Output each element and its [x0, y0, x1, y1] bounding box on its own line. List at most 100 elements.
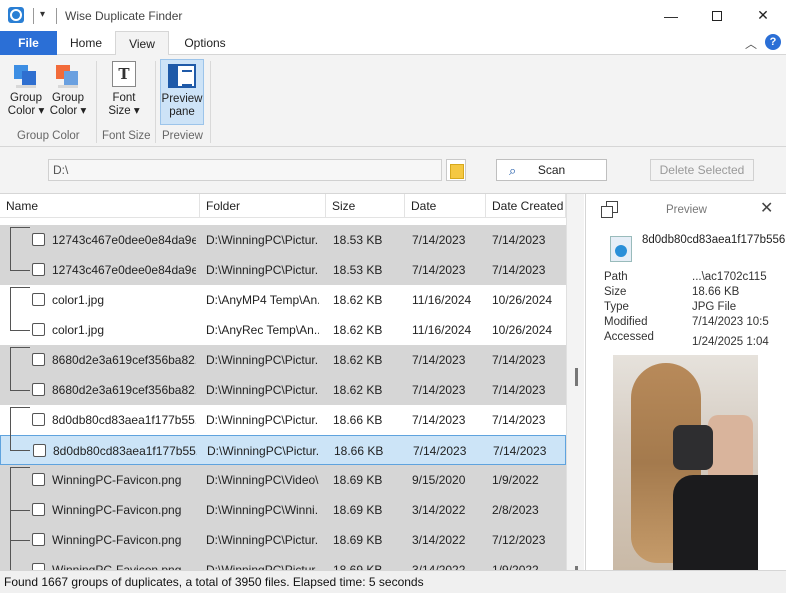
collapse-ribbon-icon[interactable]: ︿	[745, 35, 757, 52]
file-name-cell: WinningPC-Favicon.png	[52, 503, 182, 517]
preview-close-icon[interactable]: ✕	[760, 198, 773, 218]
row-checkbox[interactable]	[32, 503, 45, 516]
size-cell: 18.69 KB	[333, 473, 383, 487]
column-header-size[interactable]: Size	[326, 194, 405, 218]
button-label-line1: Preview	[161, 93, 203, 105]
row-checkbox[interactable]	[32, 563, 45, 570]
preview-filename: 8d0db80cd83aea1f177b556	[642, 234, 786, 246]
tab-view[interactable]: View	[115, 31, 169, 56]
swatch-bar	[58, 85, 78, 88]
button-label-line2: pane	[169, 106, 195, 118]
delete-selected-button[interactable]: Delete Selected	[650, 159, 754, 181]
group-tree-line	[10, 540, 30, 541]
row-checkbox[interactable]	[32, 473, 45, 486]
file-name-cell: 8d0db80cd83aea1f177b55...	[52, 413, 196, 427]
minimize-button[interactable]: —	[648, 0, 694, 31]
modified-value: 7/14/2023 10:5	[692, 316, 769, 328]
table-row[interactable]: color1.jpg D:\AnyRec Temp\An... 18.62 KB 11…	[0, 315, 566, 345]
file-name-cell: WinningPC-Favicon.png	[52, 533, 182, 547]
folder-cell: D:\WinningPC\Pictur...	[206, 353, 319, 367]
tab-options[interactable]: Options	[169, 31, 241, 55]
row-checkbox[interactable]	[32, 323, 45, 336]
type-value: JPG File	[692, 301, 737, 313]
row-checkbox[interactable]	[32, 263, 45, 276]
font-size-button[interactable]: T Font Size ▾	[104, 59, 144, 118]
group-color-icon	[52, 61, 84, 89]
vertical-scrollbar[interactable]	[566, 194, 584, 570]
size-cell: 18.62 KB	[333, 383, 383, 397]
float-window-icon[interactable]	[601, 201, 618, 218]
preview-pane-icon	[168, 64, 196, 88]
folder-cell: D:\WinningPC\Pictur...	[207, 444, 320, 458]
date-modified-cell: 11/16/2024	[412, 293, 472, 307]
row-checkbox[interactable]	[32, 383, 45, 396]
preview-pane-button[interactable]: Preview pane	[160, 59, 204, 125]
file-name-cell: WinningPC-Favicon.png	[52, 473, 182, 487]
title-bar: ▾ Wise Duplicate Finder — ✕	[0, 0, 786, 31]
table-row[interactable]: WinningPC-Favicon.png D:\WinningPC\Pictur…	[0, 525, 566, 555]
table-header: Name Folder Size Date Modified Date Crea…	[0, 194, 566, 237]
type-label: Type	[604, 301, 629, 313]
duplicates-table: Name Folder Size Date Modified Date Crea…	[0, 194, 566, 570]
app-icon[interactable]	[8, 7, 24, 23]
file-name-cell: color1.jpg	[52, 293, 105, 307]
row-checkbox[interactable]	[32, 293, 45, 306]
tab-file[interactable]: File	[0, 31, 57, 55]
group-tree-line	[10, 510, 30, 511]
row-checkbox[interactable]	[32, 233, 45, 246]
table-row[interactable]: color1.jpg D:\AnyMP4 Temp\An... 18.62 KB 11…	[0, 285, 566, 315]
minimize-icon: —	[664, 7, 678, 24]
image-shape	[673, 475, 758, 570]
browse-folder-button[interactable]	[446, 159, 466, 181]
table-row[interactable]: 8680d2e3a619cef356ba82... D:\WinningPC\Pi…	[0, 375, 566, 405]
group-tree-line	[10, 467, 11, 570]
table-row[interactable]: 8d0db80cd83aea1f177b55... D:\WinningPC\Pi…	[0, 435, 566, 465]
button-label-line2: Color ▾	[7, 105, 45, 117]
quick-access-dropdown-icon[interactable]: ▾	[40, 9, 45, 20]
group-label-font-size: Font Size	[102, 130, 151, 142]
date-modified-cell: 7/14/2023	[412, 383, 466, 397]
folder-cell: D:\WinningPC\Pictur...	[206, 233, 319, 247]
scrollbar-thumb[interactable]	[575, 368, 578, 386]
date-created-cell: 1/9/2022	[492, 473, 539, 487]
button-label-line1: Group	[10, 92, 42, 104]
close-button[interactable]: ✕	[740, 0, 786, 31]
date-created-cell: 7/14/2023	[492, 233, 546, 247]
folder-cell: D:\WinningPC\Video\...	[206, 473, 319, 487]
table-row[interactable]: 8d0db80cd83aea1f177b55... D:\WinningPC\Pi…	[0, 405, 566, 435]
maximize-button[interactable]	[694, 0, 740, 31]
table-row[interactable]: 12743c467e0dee0e84da9e... D:\WinningPC\Pi…	[0, 255, 566, 285]
group-color-button-2[interactable]: Group Color ▾	[48, 59, 88, 118]
path-input[interactable]: D:\	[48, 159, 442, 181]
group-color-button-1[interactable]: Group Color ▾	[6, 59, 46, 118]
row-checkbox[interactable]	[32, 353, 45, 366]
row-checkbox[interactable]	[32, 413, 45, 426]
row-checkbox[interactable]	[32, 533, 45, 546]
tab-home[interactable]: Home	[57, 31, 115, 55]
table-row[interactable]: WinningPC-Favicon.png D:\WinningPC\Video\…	[0, 465, 566, 495]
help-icon[interactable]: ?	[765, 34, 781, 50]
window-title: Wise Duplicate Finder	[65, 9, 183, 23]
column-header-date-modified[interactable]: Date Modified	[405, 194, 486, 237]
table-row[interactable]: 8680d2e3a619cef356ba82... D:\WinningPC\Pi…	[0, 345, 566, 375]
group-tree-line	[10, 347, 11, 390]
column-header-date-created[interactable]: Date Created	[486, 194, 566, 218]
row-checkbox[interactable]	[33, 444, 46, 457]
scan-button[interactable]: ⌕ Scan	[496, 159, 607, 181]
accessed-label: Accessed	[604, 331, 654, 343]
table-row[interactable]: WinningPC-Favicon.png D:\WinningPC\Winni.…	[0, 495, 566, 525]
table-row[interactable]: 12743c467e0dee0e84da9e... D:\WinningPC\Pi…	[0, 225, 566, 255]
size-cell: 18.69 KB	[333, 533, 383, 547]
button-label-line1: Group	[52, 92, 84, 104]
folder-cell: D:\WinningPC\Pictur...	[206, 383, 319, 397]
size-cell: 18.53 KB	[333, 263, 383, 277]
column-header-name[interactable]: Name	[0, 194, 200, 218]
date-modified-cell: 3/14/2022	[412, 533, 466, 547]
path-label: Path	[604, 271, 628, 283]
search-icon: ⌕	[509, 163, 517, 178]
group-label-preview: Preview	[162, 130, 203, 142]
color-swatch-front	[22, 71, 36, 85]
accessed-value: 1/24/2025 1:04	[692, 336, 769, 348]
column-header-folder[interactable]: Folder	[200, 194, 326, 218]
table-row[interactable]: WinningPC-Favicon.png D:\WinningPC\Pictur…	[0, 555, 566, 570]
